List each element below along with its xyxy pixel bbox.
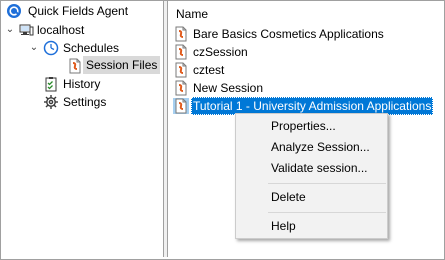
tree-item-label: Schedules xyxy=(63,41,120,55)
menu-item-validate-session[interactable]: Validate session... xyxy=(236,158,387,178)
navigation-tree: Quick Fields Agent ⌄ localhost ⌄ Schedul… xyxy=(1,1,163,257)
tree-item-label: Settings xyxy=(63,95,107,109)
context-menu: Properties... Analyze Session... Validat… xyxy=(235,113,388,239)
session-file-icon xyxy=(173,98,189,114)
menu-item-help[interactable]: Help xyxy=(236,216,387,236)
menu-item-delete[interactable]: Delete xyxy=(236,187,387,207)
collapse-chevron-icon[interactable]: ⌄ xyxy=(29,39,39,57)
collapse-chevron-icon[interactable]: ⌄ xyxy=(5,21,15,39)
session-file-icon xyxy=(173,26,189,42)
tree-item-history[interactable]: History xyxy=(4,75,162,93)
tree-item-settings[interactable]: Settings xyxy=(4,93,162,111)
menu-item-analyze-session[interactable]: Analyze Session... xyxy=(236,137,387,157)
session-file-icon xyxy=(173,80,189,96)
menu-item-properties[interactable]: Properties... xyxy=(236,116,387,136)
column-header-name[interactable]: Name xyxy=(176,5,208,23)
history-checklist-icon xyxy=(43,76,59,92)
tree-item-label: History xyxy=(63,77,101,91)
session-file-icon xyxy=(173,44,189,60)
file-name: czSession xyxy=(193,45,248,59)
file-name: Bare Basics Cosmetics Applications xyxy=(193,27,384,41)
clock-icon xyxy=(43,40,59,56)
file-name: New Session xyxy=(193,81,264,95)
tree-item-quick-fields-agent[interactable]: Quick Fields Agent xyxy=(4,2,162,20)
tree-item-label: Session Files xyxy=(83,56,161,74)
menu-separator xyxy=(268,183,386,184)
tree-item-localhost[interactable]: ⌄ localhost xyxy=(4,21,162,39)
file-name: cztest xyxy=(193,63,225,77)
tree-item-label: localhost xyxy=(37,23,85,37)
menu-separator xyxy=(268,212,386,213)
tree-item-label: Quick Fields Agent xyxy=(28,4,129,18)
quick-fields-agent-icon xyxy=(6,3,22,19)
session-file-icon xyxy=(67,58,83,74)
tree-item-schedules[interactable]: ⌄ Schedules xyxy=(4,39,162,57)
gear-icon xyxy=(43,94,59,110)
computer-icon xyxy=(18,22,34,38)
session-file-icon xyxy=(173,62,189,78)
tree-item-session-files[interactable]: Session Files xyxy=(4,56,162,75)
